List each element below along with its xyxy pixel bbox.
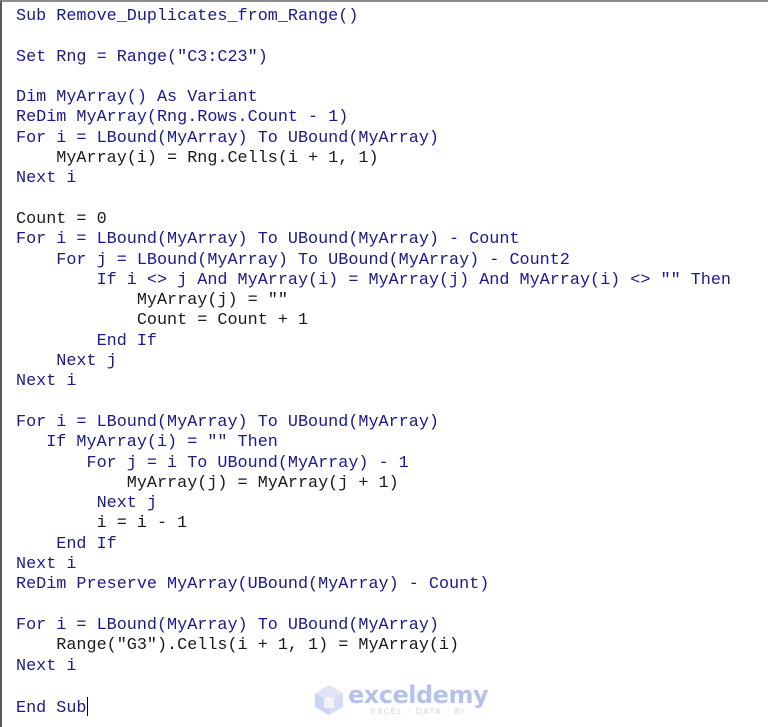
code-line[interactable]: ReDim MyArray(Rng.Rows.Count - 1) bbox=[16, 108, 731, 128]
code-line[interactable]: If i <> j And MyArray(i) = MyArray(j) An… bbox=[16, 271, 731, 291]
code-line-text: Next i bbox=[16, 555, 77, 575]
code-line[interactable]: For i = LBound(MyArray) To UBound(MyArra… bbox=[16, 616, 731, 636]
code-line[interactable]: Next i bbox=[16, 657, 731, 677]
code-line[interactable]: For i = LBound(MyArray) To UBound(MyArra… bbox=[16, 413, 731, 433]
code-line-text: For i = LBound(MyArray) To UBound(MyArra… bbox=[16, 412, 439, 432]
code-line[interactable]: Next i bbox=[16, 372, 731, 392]
watermark-brand-name: exceldemy bbox=[348, 681, 489, 709]
code-line[interactable]: End If bbox=[16, 535, 731, 555]
code-line-text: ReDim MyArray(Rng.Rows.Count - 1) bbox=[16, 108, 349, 128]
code-line-text: Next j bbox=[16, 494, 157, 514]
code-line[interactable]: i = i - 1 bbox=[16, 514, 731, 534]
code-line[interactable]: Dim MyArray() As Variant bbox=[16, 88, 731, 108]
code-line-text: For i = LBound(MyArray) To UBound(MyArra… bbox=[16, 230, 520, 250]
code-line-text: MyArray(j) = MyArray(j + 1) bbox=[16, 473, 399, 493]
code-line-text: Sub Remove_Duplicates_from_Range() bbox=[16, 7, 359, 26]
code-line-text: Next i bbox=[16, 372, 77, 392]
code-line[interactable]: Set Rng = Range("C3:C23") bbox=[16, 48, 731, 68]
code-line[interactable] bbox=[16, 393, 731, 413]
code-line-text: For i = LBound(MyArray) To UBound(MyArra… bbox=[16, 128, 439, 148]
exceldemy-cube-logo-icon bbox=[315, 685, 343, 715]
code-line[interactable]: ReDim Preserve MyArray(UBound(MyArray) -… bbox=[16, 575, 731, 595]
code-line[interactable] bbox=[16, 27, 731, 47]
code-line[interactable]: Next j bbox=[16, 352, 731, 372]
code-line-text: Count = 0 bbox=[16, 209, 107, 229]
code-line[interactable]: For i = LBound(MyArray) To UBound(MyArra… bbox=[16, 230, 731, 250]
code-line[interactable]: Next i bbox=[16, 169, 731, 189]
code-line[interactable] bbox=[16, 68, 731, 88]
code-line-text: If MyArray(i) = "" Then bbox=[16, 433, 278, 453]
code-line[interactable]: Count = 0 bbox=[16, 210, 731, 230]
code-line[interactable]: Next i bbox=[16, 555, 731, 575]
code-line-text: MyArray(j) = "" bbox=[16, 291, 288, 311]
code-line[interactable]: For j = i To UBound(MyArray) - 1 bbox=[16, 454, 731, 474]
code-line[interactable] bbox=[16, 596, 731, 616]
code-line-text: For j = LBound(MyArray) To UBound(MyArra… bbox=[16, 250, 570, 270]
code-line-text: Count = Count + 1 bbox=[16, 311, 309, 331]
code-line-text: ReDim Preserve MyArray(UBound(MyArray) -… bbox=[16, 575, 490, 595]
code-line[interactable]: For j = LBound(MyArray) To UBound(MyArra… bbox=[16, 251, 731, 271]
code-line-text: If i <> j And MyArray(i) = MyArray(j) An… bbox=[16, 270, 731, 290]
code-line-text: For i = LBound(MyArray) To UBound(MyArra… bbox=[16, 615, 439, 635]
code-line-text: MyArray(i) = Rng.Cells(i + 1, 1) bbox=[16, 149, 379, 169]
code-line-text: End Sub bbox=[16, 699, 87, 719]
code-line[interactable]: MyArray(j) = "" bbox=[16, 291, 731, 311]
vba-code-editor[interactable]: Sub Remove_Duplicates_from_Range() Set Rn… bbox=[0, 0, 768, 727]
code-line-text: Next i bbox=[16, 169, 77, 189]
code-line[interactable]: For i = LBound(MyArray) To UBound(MyArra… bbox=[16, 129, 731, 149]
code-line-text: i = i - 1 bbox=[16, 514, 188, 534]
code-line[interactable]: Sub Remove_Duplicates_from_Range() bbox=[16, 7, 731, 27]
watermark-tagline: EXCEL - DATA - BI bbox=[370, 707, 466, 716]
code-line-text: End If bbox=[16, 534, 117, 554]
code-line-text: Range("G3").Cells(i + 1, 1) = MyArray(i) bbox=[16, 636, 460, 656]
code-line[interactable]: End If bbox=[16, 332, 731, 352]
code-line-text: Dim MyArray() As Variant bbox=[16, 88, 258, 108]
code-line[interactable] bbox=[16, 190, 731, 210]
code-line[interactable]: Count = Count + 1 bbox=[16, 311, 731, 331]
code-area[interactable]: Sub Remove_Duplicates_from_Range() Set Rn… bbox=[16, 7, 731, 719]
code-line-text: For j = i To UBound(MyArray) - 1 bbox=[16, 453, 409, 473]
code-line-text: Next j bbox=[16, 352, 117, 372]
code-line-text: End If bbox=[16, 331, 157, 351]
code-line[interactable]: Range("G3").Cells(i + 1, 1) = MyArray(i) bbox=[16, 636, 731, 656]
code-line[interactable]: MyArray(j) = MyArray(j + 1) bbox=[16, 474, 731, 494]
code-line[interactable]: If MyArray(i) = "" Then bbox=[16, 433, 731, 453]
code-line[interactable]: MyArray(i) = Rng.Cells(i + 1, 1) bbox=[16, 149, 731, 169]
exceldemy-watermark: exceldemy EXCEL - DATA - BI bbox=[314, 680, 489, 720]
text-cursor bbox=[86, 697, 88, 717]
code-line[interactable]: Next j bbox=[16, 494, 731, 514]
code-line-text: Next i bbox=[16, 656, 77, 676]
code-line-text: Set Rng = Range("C3:C23") bbox=[16, 47, 268, 67]
